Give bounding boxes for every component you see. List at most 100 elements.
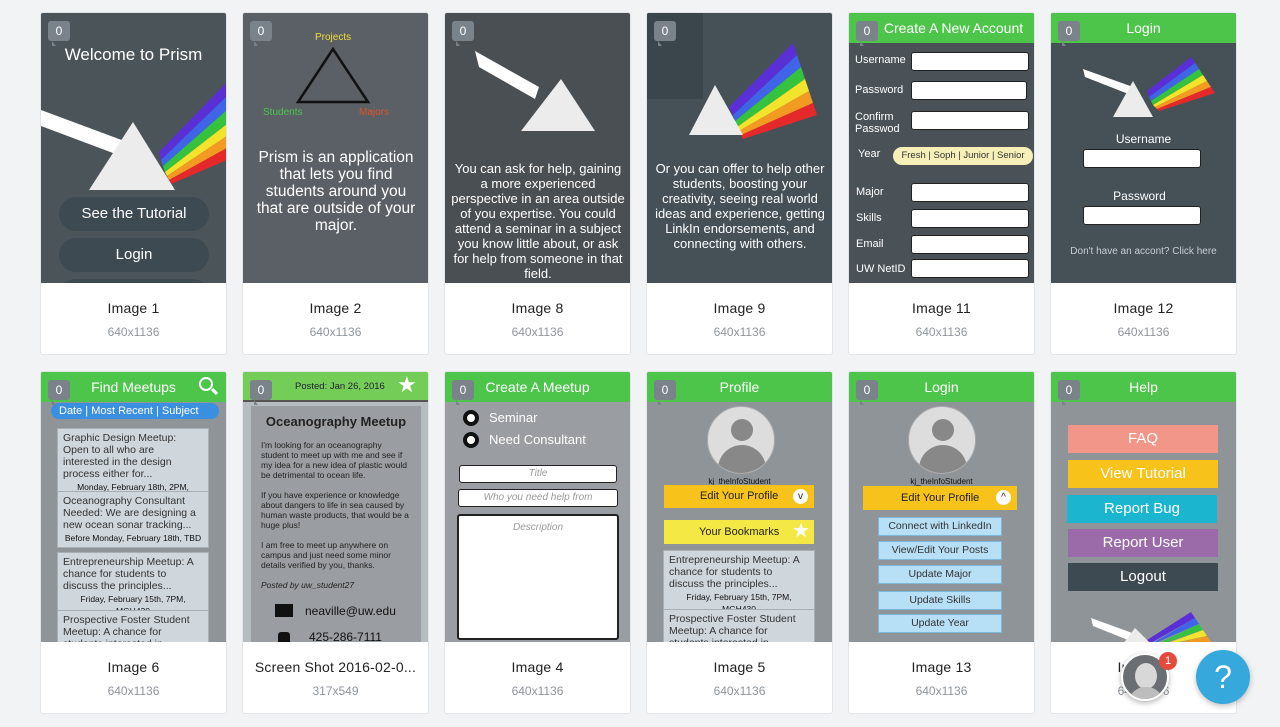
bookmarks-button[interactable]: Your Bookmarks ★ <box>664 520 814 544</box>
login-button[interactable]: Login <box>59 238 209 272</box>
comment-count-badge[interactable]: 0 <box>1058 21 1080 41</box>
edit-profile-button[interactable]: Edit Your Profile ^ <box>863 486 1017 510</box>
user-avatar-icon <box>707 406 775 474</box>
image-card[interactable]: 0 Projects Students Majors Prism is an a… <box>242 12 429 355</box>
connect-linkedin-button[interactable]: Connect with LinkedIn <box>878 517 1002 536</box>
create-account-link[interactable]: Don't have an accont? Click here <box>1051 246 1236 257</box>
image-dimensions: 640x1136 <box>713 325 766 339</box>
image-thumbnail[interactable]: 0 Or you can offer to help other student… <box>647 13 832 283</box>
image-thumbnail[interactable]: Posted: Jan 26, 2016 ★ 0 Oceanography Me… <box>243 372 428 642</box>
card-caption: Image 12 640x1136 <box>1051 283 1236 354</box>
posted-date: Posted: Jan 26, 2016 <box>295 381 385 392</box>
image-thumbnail[interactable]: Login 0 Username Password Don't have an … <box>1051 13 1236 283</box>
who-input[interactable]: Who you need help from <box>458 489 618 507</box>
image-thumbnail[interactable]: Create A New Account 0 Username Password… <box>849 13 1034 283</box>
star-icon[interactable]: ★ <box>397 374 417 396</box>
image-thumbnail[interactable]: 0 Welcome to Prism See the Tutorial Logi… <box>41 13 226 283</box>
image-name[interactable]: Image 5 <box>647 659 832 675</box>
view-posts-button[interactable]: View/Edit Your Posts <box>878 541 1002 560</box>
image-card[interactable]: 0 Welcome to Prism See the Tutorial Logi… <box>40 12 227 355</box>
image-name[interactable]: Image 8 <box>445 300 630 316</box>
image-card[interactable]: Create A Meetup 0 Seminar Need Consultan… <box>444 371 631 714</box>
seminar-radio[interactable] <box>463 410 479 426</box>
description-input[interactable]: Description <box>457 514 619 640</box>
image-name[interactable]: Image 2 <box>243 300 428 316</box>
image-grid: 0 Welcome to Prism See the Tutorial Logi… <box>40 12 1238 714</box>
comment-count-badge[interactable]: 0 <box>250 21 272 41</box>
report-user-button[interactable]: Report User <box>1068 529 1218 557</box>
contact-email[interactable]: neaville@uw.edu <box>305 604 396 618</box>
report-bug-button[interactable]: Report Bug <box>1067 495 1217 523</box>
year-selector[interactable]: Fresh | Soph | Junior | Senior <box>893 147 1033 165</box>
update-year-button[interactable]: Update Year <box>878 614 1002 633</box>
image-thumbnail[interactable]: 0 You can ask for help, gaining a more e… <box>445 13 630 283</box>
image-thumbnail[interactable]: Profile 0 kj_theInfoStudent Edit Your Pr… <box>647 372 832 642</box>
bookmark-item[interactable]: Prospective Foster Student Meetup: A cha… <box>663 609 815 642</box>
view-tutorial-button[interactable]: View Tutorial <box>1068 460 1218 488</box>
image-name[interactable]: Image 6 <box>41 659 226 675</box>
image-name[interactable]: Screen Shot 2016-02-0... <box>243 659 428 675</box>
sort-selector[interactable]: Date | Most Recent | Subject <box>51 403 219 419</box>
comment-count-badge[interactable]: 0 <box>48 380 70 400</box>
prism-graphic <box>689 43 817 139</box>
see-tutorial-button[interactable]: See the Tutorial <box>59 197 209 231</box>
comment-count-badge[interactable]: 0 <box>1058 380 1080 400</box>
image-card[interactable]: Profile 0 kj_theInfoStudent Edit Your Pr… <box>646 371 833 714</box>
card-caption: Image 11 640x1136 <box>849 283 1034 354</box>
image-dimensions: 640x1136 <box>1117 325 1170 339</box>
edit-profile-button[interactable]: Edit Your Profile v <box>664 485 814 508</box>
image-name[interactable]: Image 11 <box>849 300 1034 316</box>
image-thumbnail[interactable]: 0 Projects Students Majors Prism is an a… <box>243 13 428 283</box>
title-input[interactable]: Title <box>459 465 617 483</box>
image-card[interactable]: 0 Or you can offer to help other student… <box>646 12 833 355</box>
image-name[interactable]: Image 9 <box>647 300 832 316</box>
logout-button[interactable]: Logout <box>1068 563 1218 591</box>
image-thumbnail[interactable]: Find Meetups 0 Date | Most Recent | Subj… <box>41 372 226 642</box>
password-field[interactable] <box>1083 206 1201 225</box>
image-card[interactable]: 0 You can ask for help, gaining a more e… <box>444 12 631 355</box>
password-label: Password <box>855 84 904 96</box>
password-field[interactable] <box>911 81 1027 100</box>
avatar-shoulders <box>1129 687 1163 699</box>
ask-help-text: You can ask for help, gaining a more exp… <box>451 161 625 281</box>
comment-count-badge[interactable]: 0 <box>452 21 474 41</box>
projects-label: Projects <box>315 32 352 43</box>
image-card[interactable]: Find Meetups 0 Date | Most Recent | Subj… <box>40 371 227 714</box>
image-name[interactable]: Image 1 <box>41 300 226 316</box>
image-name[interactable]: Image 12 <box>1051 300 1236 316</box>
username-field[interactable] <box>911 52 1029 71</box>
faq-button[interactable]: FAQ <box>1068 425 1218 453</box>
username-label: Username <box>1115 132 1172 146</box>
image-card[interactable]: Create A New Account 0 Username Password… <box>848 12 1035 355</box>
username: kj_theInfoStudent <box>910 477 973 486</box>
comment-count-badge[interactable]: 0 <box>250 380 272 400</box>
username-field[interactable] <box>1083 149 1201 168</box>
image-card[interactable]: Posted: Jan 26, 2016 ★ 0 Oceanography Me… <box>242 371 429 714</box>
image-thumbnail[interactable]: Create A Meetup 0 Seminar Need Consultan… <box>445 372 630 642</box>
comment-count-badge[interactable]: 0 <box>654 380 676 400</box>
image-name[interactable]: Image 13 <box>849 659 1034 675</box>
image-card[interactable]: Login 0 Username Password Don't have an … <box>1050 12 1237 355</box>
image-thumbnail[interactable]: Help 0 FAQ View Tutorial Report Bug Repo… <box>1051 372 1236 642</box>
email-field[interactable] <box>911 235 1029 254</box>
help-chat-button[interactable]: ? <box>1196 650 1250 704</box>
comment-count-badge[interactable]: 0 <box>856 21 878 41</box>
netid-field[interactable] <box>911 259 1029 278</box>
comment-count-badge[interactable]: 0 <box>856 380 878 400</box>
update-skills-button[interactable]: Update Skills <box>878 591 1002 610</box>
contact-phone[interactable]: 425-286-7111 <box>309 630 382 642</box>
comment-count-badge[interactable]: 0 <box>48 21 70 41</box>
skills-field[interactable] <box>911 209 1029 228</box>
comment-count-badge[interactable]: 0 <box>452 380 474 400</box>
image-card[interactable]: Login 0 kj_theInfoStudent Edit Your Prof… <box>848 371 1035 714</box>
image-name[interactable]: Image 4 <box>445 659 630 675</box>
image-thumbnail[interactable]: Login 0 kj_theInfoStudent Edit Your Prof… <box>849 372 1034 642</box>
consultant-radio[interactable] <box>463 432 479 448</box>
comment-count-badge[interactable]: 0 <box>654 21 676 41</box>
confirm-password-field[interactable] <box>911 111 1029 130</box>
update-major-button[interactable]: Update Major <box>878 565 1002 584</box>
meetup-list-item[interactable]: Oceanography Consultant Needed: We are d… <box>57 491 209 548</box>
major-field[interactable] <box>911 183 1029 202</box>
notification-count-badge[interactable]: 1 <box>1159 652 1177 670</box>
meetup-list-item[interactable]: Prospective Foster Student Meetup: A cha… <box>57 610 209 642</box>
